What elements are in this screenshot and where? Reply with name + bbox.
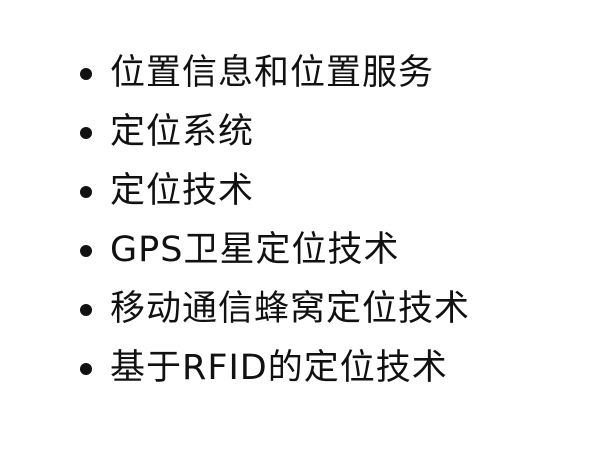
slide: 位置信息和位置服务 定位系统 定位技术 GPS卫星定位技术 移动通信蜂窝定位技术… [0, 0, 611, 475]
list-item: 基于RFID的定位技术 [80, 339, 470, 398]
bullet-point-icon [80, 303, 92, 316]
list-item: 位置信息和位置服务 [80, 44, 470, 103]
list-item: 定位技术 [80, 162, 470, 221]
bullet-text: 基于RFID的定位技术 [110, 348, 448, 388]
list-item: GPS卫星定位技术 [80, 221, 470, 280]
bullet-text: 移动通信蜂窝定位技术 [110, 289, 471, 329]
bullet-point-icon [80, 126, 92, 139]
bullet-list: 位置信息和位置服务 定位系统 定位技术 GPS卫星定位技术 移动通信蜂窝定位技术… [80, 44, 470, 398]
bullet-point-icon [80, 185, 92, 198]
bullet-point-icon [80, 244, 92, 257]
list-item: 移动通信蜂窝定位技术 [80, 280, 470, 339]
bullet-text: 位置信息和位置服务 [110, 53, 435, 93]
list-item: 定位系统 [80, 103, 470, 162]
bullet-point-icon [80, 67, 92, 80]
bullet-text: 定位系统 [110, 112, 255, 152]
bullet-text: GPS卫星定位技术 [110, 230, 400, 270]
bullet-point-icon [80, 362, 92, 375]
bullet-text: 定位技术 [110, 171, 255, 211]
